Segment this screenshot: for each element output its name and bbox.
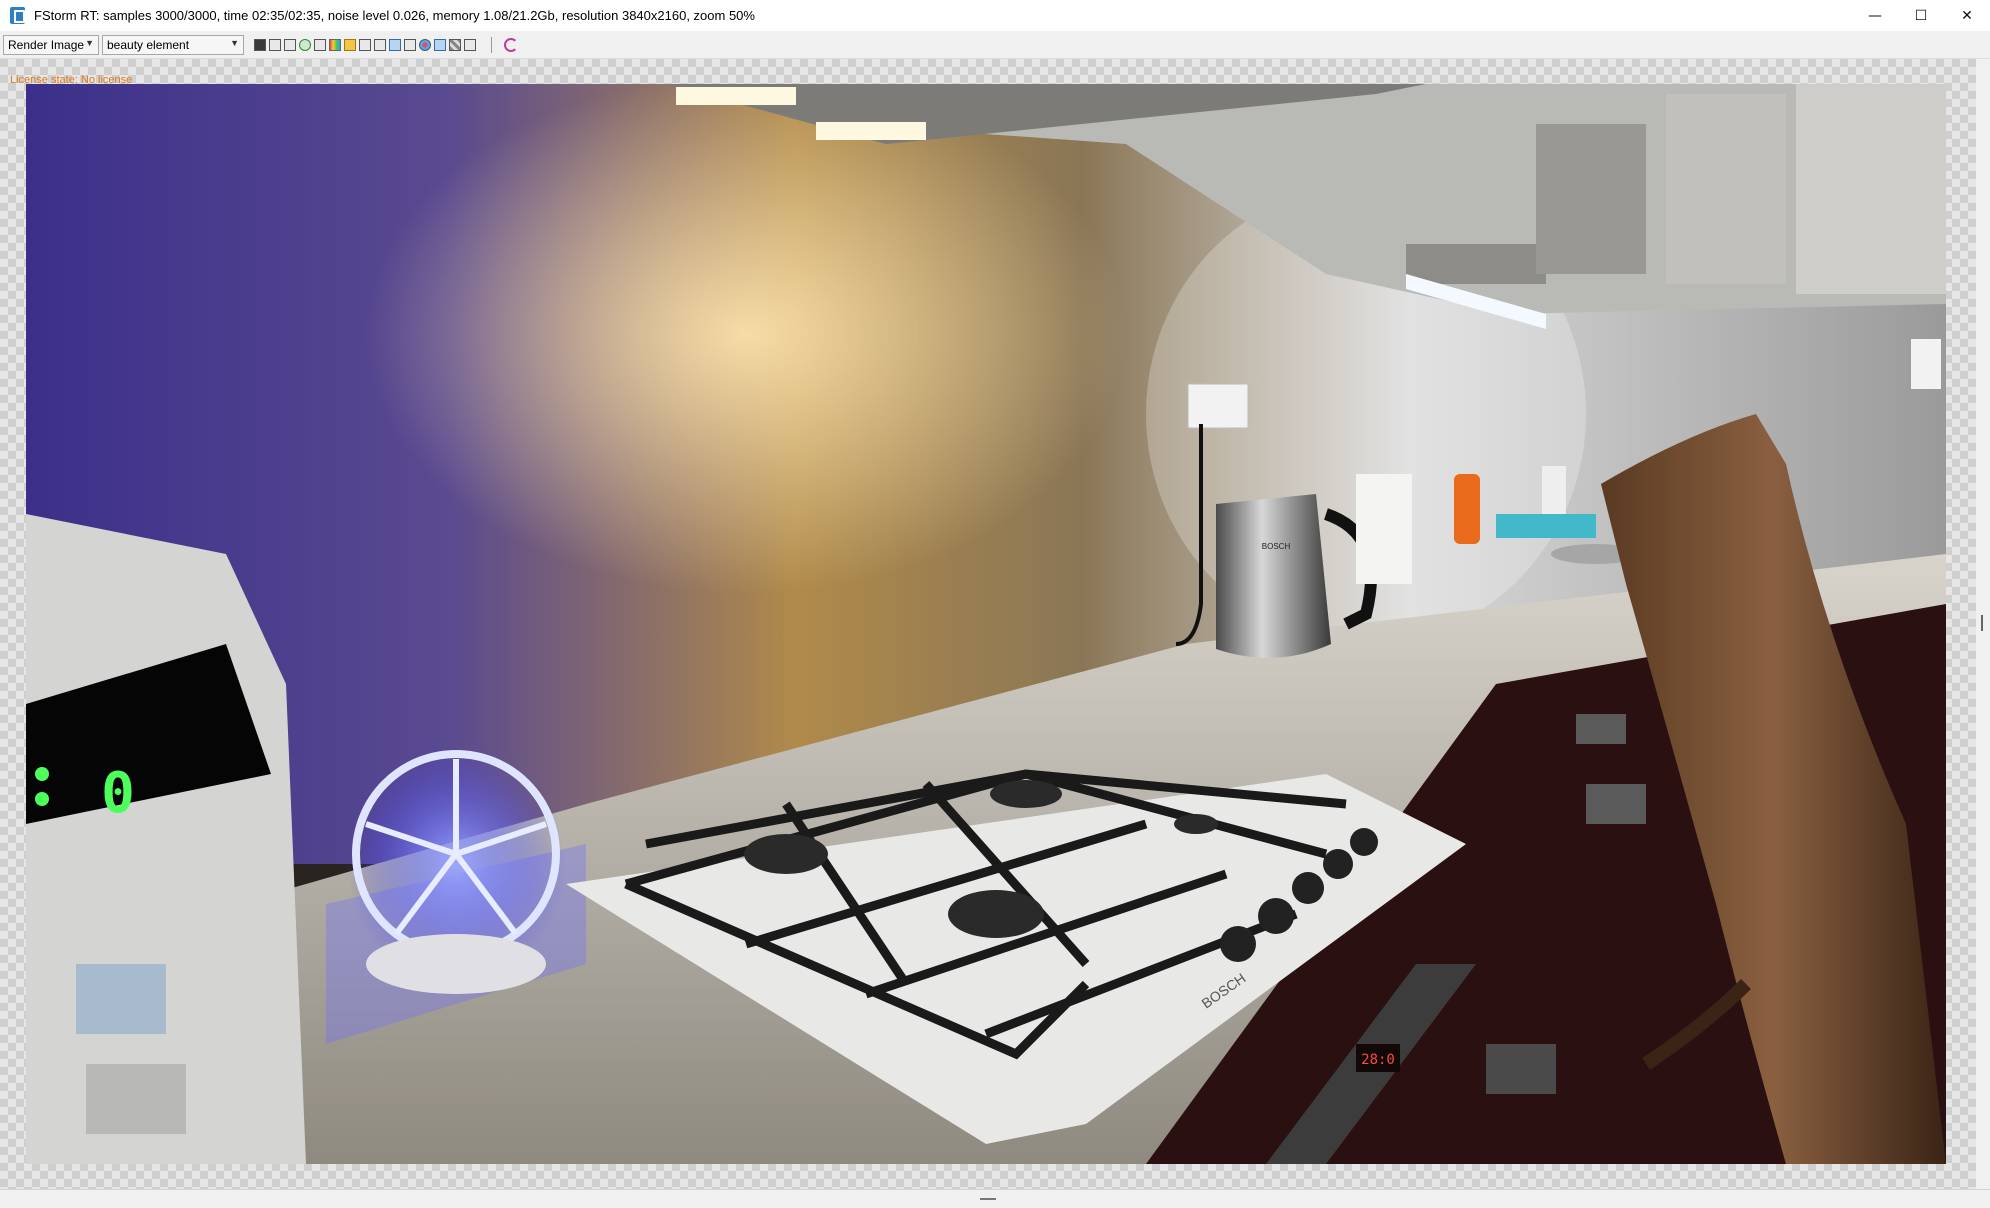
clone-icon[interactable] [284,38,296,51]
cabinet-handle [1576,714,1626,744]
close-button[interactable]: ✕ [1944,0,1990,31]
history-icon[interactable] [314,38,326,51]
color-wheel-icon[interactable] [419,38,431,51]
warm-light-spot [366,84,1126,594]
cabinet-door [1796,84,1946,294]
render-image-select[interactable]: Render Image ▼ [3,34,99,55]
toolbar-icons [254,38,479,51]
chevron-down-icon: ▼ [85,37,94,48]
status-bar [0,1189,1990,1208]
pause-icon[interactable] [344,38,356,51]
toolbar-separator [491,36,492,53]
burner [948,890,1044,938]
render-image-select-value: Render Image [8,37,85,52]
title-bar[interactable]: FStorm RT: samples 3000/3000, time 02:35… [0,0,1990,31]
spice-jar [1542,466,1566,516]
denoise-icon[interactable] [434,38,446,51]
microwave-button [86,1064,186,1134]
wall-socket [1187,383,1249,429]
microwave-display: 0 [101,761,135,826]
burner [990,780,1062,808]
region-icon[interactable] [374,38,386,51]
hood-light [816,122,926,140]
sponge-tray [1496,514,1596,538]
render-element-select-value: beauty element [107,37,190,52]
render-viewport[interactable]: License state: No license 28:0 BOSCH BOS… [0,59,1990,1189]
kitchen-render: 28:0 BOSCH BOSCH 0 [26,84,1946,1164]
sync-icon[interactable] [504,37,518,52]
detergent-bottle [1454,474,1480,544]
cabinet-door [1666,94,1786,284]
hood-light [676,87,796,105]
microwave-indicator-led [35,792,49,806]
refresh-green-icon[interactable] [299,38,311,51]
camera-icon[interactable] [464,38,476,51]
window-controls: — ☐ ✕ [1852,0,1990,31]
microwave-indicator-led [35,767,49,781]
minimize-button[interactable]: — [1852,0,1898,31]
fit-view-icon[interactable] [359,38,371,51]
save-icon[interactable] [254,38,266,51]
scroll-grip[interactable] [1981,615,1983,631]
chevron-down-icon: ▼ [230,37,239,48]
copy-icon[interactable] [269,38,281,51]
color-channels-icon[interactable] [329,38,341,51]
maximize-button[interactable]: ☐ [1898,0,1944,31]
crop-icon[interactable] [404,38,416,51]
render-element-select[interactable]: beauty element ▼ [102,34,244,55]
resize-grip[interactable] [980,1198,996,1200]
checker-icon[interactable] [449,38,461,51]
burner [744,834,828,874]
wall-socket-right [1911,339,1941,389]
oven-display: 28:0 [1361,1052,1395,1068]
fan-base [366,934,546,994]
render-toolbar: Render Image ▼ beauty element ▼ [0,31,1990,59]
electric-kettle [1216,494,1331,658]
kettle-brand-label: BOSCH [1262,542,1291,551]
cabinet-handle [1586,784,1646,824]
microwave-button [76,964,166,1034]
fstorm-render-window: FStorm RT: samples 3000/3000, time 02:35… [0,0,1990,1208]
cabinet-handle [1486,1044,1556,1094]
fstorm-app-icon [10,7,25,24]
cabinet-door [1536,124,1646,274]
rendered-image: 28:0 BOSCH BOSCH 0 [26,84,1946,1164]
burner [1174,814,1218,834]
vertical-scrollbar[interactable] [1976,59,1990,1189]
paper-towel-roll [1356,474,1412,584]
window-title: FStorm RT: samples 3000/3000, time 02:35… [34,8,755,23]
cabinet-door [1406,244,1546,284]
lens-icon[interactable] [389,38,401,51]
